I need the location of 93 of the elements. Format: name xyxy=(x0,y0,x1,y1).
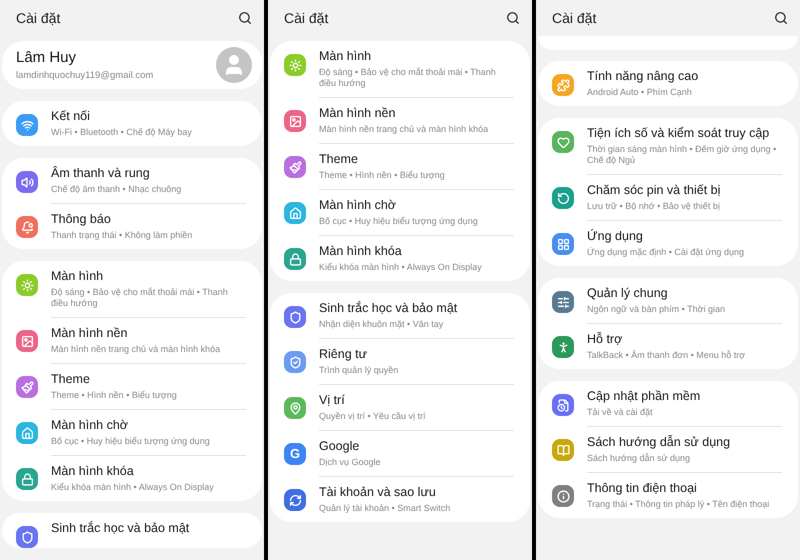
item-title: Màn hình chờ xyxy=(319,197,397,214)
item-subtitle: Trạng thái • Thông tin pháp lý • Tên điện thoại xyxy=(587,499,770,510)
settings-item[interactable]: Màn hình khóa Kiểu khóa màn hình • Always On Display xyxy=(2,455,262,501)
item-subtitle: Độ sáng • Bảo vệ cho mắt thoải mái • Thanh điều hướng xyxy=(51,287,229,309)
settings-item[interactable]: Chăm sóc pin và thiết bị Lưu trữ • Bộ nhớ • Bảo vệ thiết bị xyxy=(538,174,798,220)
settings-item[interactable]: Riêng tư Trình quản lý quyền xyxy=(270,338,530,384)
settings-item[interactable]: Màn hình chờ Bố cục • Huy hiệu biểu tượng ứng dụng xyxy=(270,189,530,235)
search-icon[interactable] xyxy=(506,11,520,25)
profile-email: lamdinhquochuy119@gmail.com xyxy=(16,70,154,82)
item-title: Âm thanh và rung xyxy=(51,165,151,182)
settings-item[interactable]: Tính năng nâng cao Android Auto • Phím Cạnh xyxy=(538,61,798,106)
item-subtitle: Wi-Fi • Bluetooth • Chế độ Máy bay xyxy=(51,127,193,138)
app-icon: G xyxy=(284,443,306,465)
item-subtitle: Kiểu khóa màn hình • Always On Display xyxy=(319,262,483,273)
settings-item[interactable]: Âm thanh và rung Chế độ âm thanh • Nhạc chuông xyxy=(2,158,262,203)
item-title: Tài khoản và sao lưu xyxy=(319,484,437,501)
item-subtitle: TalkBack • Âm thanh đơn • Menu hỗ trợ xyxy=(587,350,746,361)
item-subtitle: Ngôn ngữ và bàn phím • Thời gian xyxy=(587,304,726,315)
settings-item[interactable]: Vị trí Quyền vị trí • Yêu cầu vị trí xyxy=(270,384,530,430)
settings-item[interactable]: Theme Theme • Hình nền • Biểu tượng xyxy=(2,363,262,409)
item-title: Cập nhật phần mềm xyxy=(587,388,702,405)
item-subtitle: Chế độ âm thanh • Nhạc chuông xyxy=(51,184,182,195)
item-title: Chăm sóc pin và thiết bị xyxy=(587,182,722,199)
item-title: Sinh trắc học và bảo mật xyxy=(319,300,458,317)
settings-item[interactable]: Tài khoản và sao lưu Quản lý tài khoản • Smart Switch xyxy=(270,476,530,522)
settings-item[interactable]: Cập nhật phần mềm Tải về và cài đặt xyxy=(538,381,798,426)
item-subtitle: Quyền vị trí • Yêu cầu vị trí xyxy=(319,411,427,422)
item-title: Kết nối xyxy=(51,108,91,125)
settings-item[interactable]: Màn hình khóa Kiểu khóa màn hình • Always On Display xyxy=(270,235,530,281)
item-subtitle: Thanh trạng thái • Không làm phiền xyxy=(51,230,194,241)
item-title: Màn hình khóa xyxy=(319,243,403,260)
item-subtitle: Tải về và cài đặt xyxy=(587,407,654,418)
item-subtitle: Ứng dụng mặc định • Cài đặt ứng dụng xyxy=(587,247,745,258)
item-title: Theme xyxy=(319,151,359,168)
item-subtitle: Kiểu khóa màn hình • Always On Display xyxy=(51,482,215,493)
profile-name: Lâm Huy xyxy=(16,48,78,66)
item-title: Màn hình xyxy=(51,268,104,285)
item-title: Màn hình chờ xyxy=(51,417,129,434)
item-title: Riêng tư xyxy=(319,346,368,363)
settings-item[interactable]: Quản lý chung Ngôn ngữ và bàn phím • Thời gian xyxy=(538,278,798,323)
item-subtitle: Dịch vụ Google xyxy=(319,457,382,468)
screen-title: Cài đặt xyxy=(284,8,328,28)
item-subtitle: Bố cục • Huy hiệu biểu tượng ứng dụng xyxy=(319,216,479,227)
screen-title: Cài đặt xyxy=(552,8,596,28)
settings-item[interactable]: Sinh trắc học và bảo mật Nhận diện khuôn mặt • Vân tay xyxy=(270,293,530,338)
settings-item[interactable]: Tiện ích số và kiểm soát truy cập Thời gian sáng màn hình • Đếm giờ ứng dụng • Chế độ Ngủ xyxy=(538,118,798,174)
search-icon[interactable] xyxy=(238,11,252,25)
item-subtitle: Quản lý tài khoản • Smart Switch xyxy=(319,503,452,514)
item-subtitle: Theme • Hình nền • Biểu tượng xyxy=(51,390,178,401)
item-subtitle: Android Auto • Phím Cạnh xyxy=(587,87,693,98)
item-subtitle: Nhận diện khuôn mặt • Vân tay xyxy=(319,319,444,330)
item-title: Màn hình nền xyxy=(51,325,128,342)
settings-item[interactable]: Màn hình chờ Bố cục • Huy hiệu biểu tượng ứng dụng xyxy=(2,409,262,455)
item-subtitle: Màn hình nền trang chủ và màn hình khóa xyxy=(51,344,222,355)
item-title: Sinh trắc học và bảo mật xyxy=(51,520,190,537)
item-title: Hỗ trợ xyxy=(587,331,624,348)
search-icon[interactable] xyxy=(774,11,788,25)
settings-item[interactable]: Thông báo Thanh trạng thái • Không làm phiền xyxy=(2,203,262,249)
settings-item[interactable]: Màn hình nền Màn hình nền trang chủ và màn hình khóa xyxy=(2,317,262,363)
profile-card[interactable]: Lâm Huy lamdinhquochuy119@gmail.com xyxy=(2,41,262,89)
settings-item[interactable]: Theme Theme • Hình nền • Biểu tượng xyxy=(270,143,530,189)
item-subtitle: Lưu trữ • Bộ nhớ • Bảo vệ thiết bị xyxy=(587,201,721,212)
item-subtitle: Trình quản lý quyền xyxy=(319,365,400,376)
item-title: Google xyxy=(319,438,360,455)
settings-item[interactable]: Màn hình Độ sáng • Bảo vệ cho mắt thoải mái • Thanh điều hướng xyxy=(2,261,262,317)
item-title: Tiện ích số và kiểm soát truy cập xyxy=(587,125,770,142)
item-title: Theme xyxy=(51,371,91,388)
settings-item[interactable]: Thông tin điện thoại Trạng thái • Thông tin pháp lý • Tên điện thoại xyxy=(538,472,798,518)
screen-title: Cài đặt xyxy=(16,8,60,28)
item-title: Sách hướng dẫn sử dụng xyxy=(587,434,732,451)
item-subtitle: Thời gian sáng màn hình • Đếm giờ ứng dụng • Chế độ Ngủ xyxy=(587,144,778,166)
item-title: Màn hình xyxy=(319,48,372,65)
settings-item[interactable]: G Google Dịch vụ Google xyxy=(270,430,530,476)
item-title: Màn hình nền xyxy=(319,105,396,122)
item-title: Vị trí xyxy=(319,392,346,409)
item-subtitle: Sách hướng dẫn sử dụng xyxy=(587,453,692,464)
settings-item[interactable]: Hỗ trợ TalkBack • Âm thanh đơn • Menu hỗ trợ xyxy=(538,323,798,369)
settings-item[interactable]: Kết nối Wi-Fi • Bluetooth • Chế độ Máy bay xyxy=(2,101,262,146)
item-title: Tính năng nâng cao xyxy=(587,68,700,85)
settings-item[interactable]: Màn hình nền Màn hình nền trang chủ và màn hình khóa xyxy=(270,97,530,143)
item-title: Thông tin điện thoại xyxy=(587,480,698,497)
item-title: Quản lý chung xyxy=(587,285,669,302)
item-subtitle: Theme • Hình nền • Biểu tượng xyxy=(319,170,446,181)
item-title: Thông báo xyxy=(51,211,112,228)
item-title: Màn hình khóa xyxy=(51,463,135,480)
item-subtitle: Bố cục • Huy hiệu biểu tượng ứng dụng xyxy=(51,436,211,447)
settings-item[interactable]: Màn hình Độ sáng • Bảo vệ cho mắt thoải mái • Thanh điều hướng xyxy=(270,41,530,97)
item-title: Ứng dụng xyxy=(587,228,644,245)
settings-item[interactable]: Sách hướng dẫn sử dụng Sách hướng dẫn sử dụng xyxy=(538,426,798,472)
item-subtitle: Màn hình nền trang chủ và màn hình khóa xyxy=(319,124,490,135)
item-subtitle: Độ sáng • Bảo vệ cho mắt thoải mái • Thanh điều hướng xyxy=(319,67,497,89)
settings-item[interactable]: Ứng dụng Ứng dụng mặc định • Cài đặt ứng dụng xyxy=(538,220,798,266)
settings-item[interactable]: Sinh trắc học và bảo mật xyxy=(2,513,262,548)
